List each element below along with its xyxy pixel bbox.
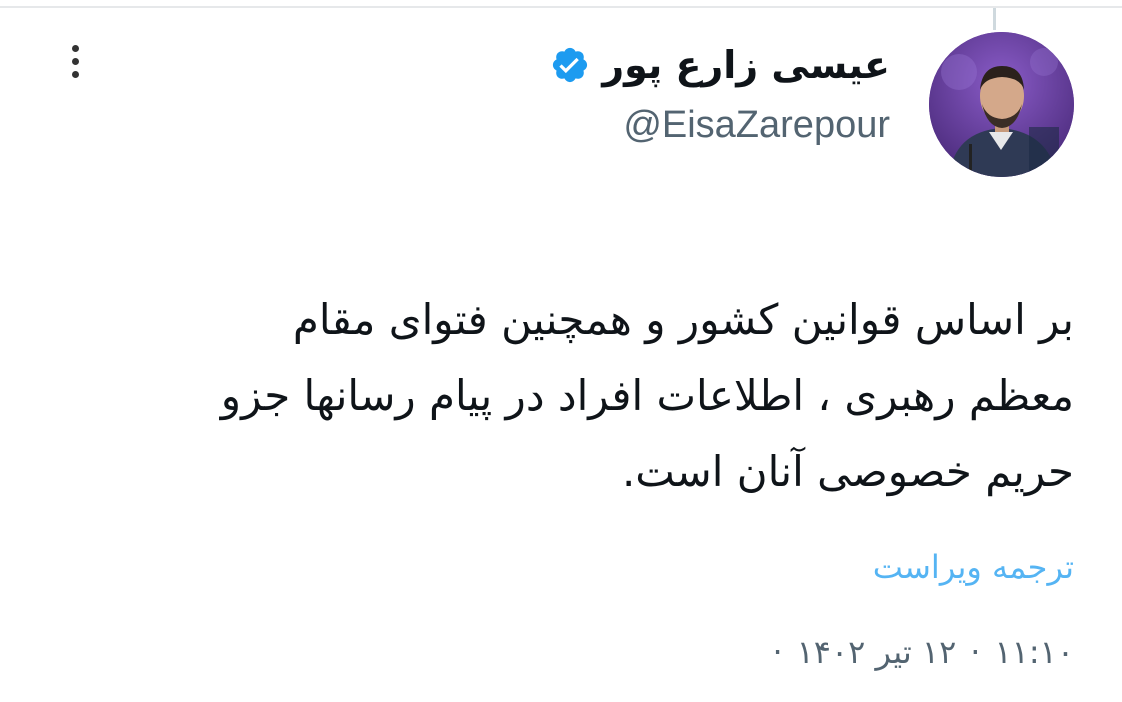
tweet-date: ۱۲ تیر ۱۴۰۲ — [796, 633, 957, 671]
tweet-text: بر اساس قوانین کشور و همچنین فتوای مقام … — [50, 282, 1074, 510]
verified-badge-icon — [553, 47, 588, 83]
translate-post-link[interactable]: ترجمه ویراست — [873, 543, 1074, 591]
tweet-text-line: معظم رهبری ، اطلاعات افراد در پیام رسانه… — [220, 371, 1074, 420]
tweet-text-line: بر اساس قوانین کشور و همچنین فتوای مقام — [292, 295, 1074, 344]
tweet-time: ۱۱:۱۰ — [994, 633, 1074, 671]
more-vertical-icon-dot — [71, 57, 79, 65]
author-name-row[interactable]: عیسی زارع پور — [550, 40, 890, 90]
more-options-button[interactable] — [60, 38, 90, 84]
top-divider — [0, 6, 1122, 8]
meta-separator: · — [970, 633, 981, 671]
author-handle[interactable]: @EisaZarepour — [623, 100, 890, 150]
tweet-timestamp[interactable]: ۱۱:۱۰ · ۱۲ تیر ۱۴۰۲ · — [758, 628, 1074, 676]
tweet-text-line: حریم خصوصی آنان است. — [621, 447, 1074, 496]
author-display-name[interactable]: عیسی زارع پور — [602, 40, 890, 90]
avatar[interactable] — [929, 32, 1074, 177]
profile-photo-icon — [929, 32, 1074, 177]
meta-separator: · — [772, 633, 783, 671]
thread-connector-line — [993, 8, 996, 30]
more-vertical-icon — [71, 44, 79, 52]
more-vertical-icon-dot — [71, 70, 79, 78]
